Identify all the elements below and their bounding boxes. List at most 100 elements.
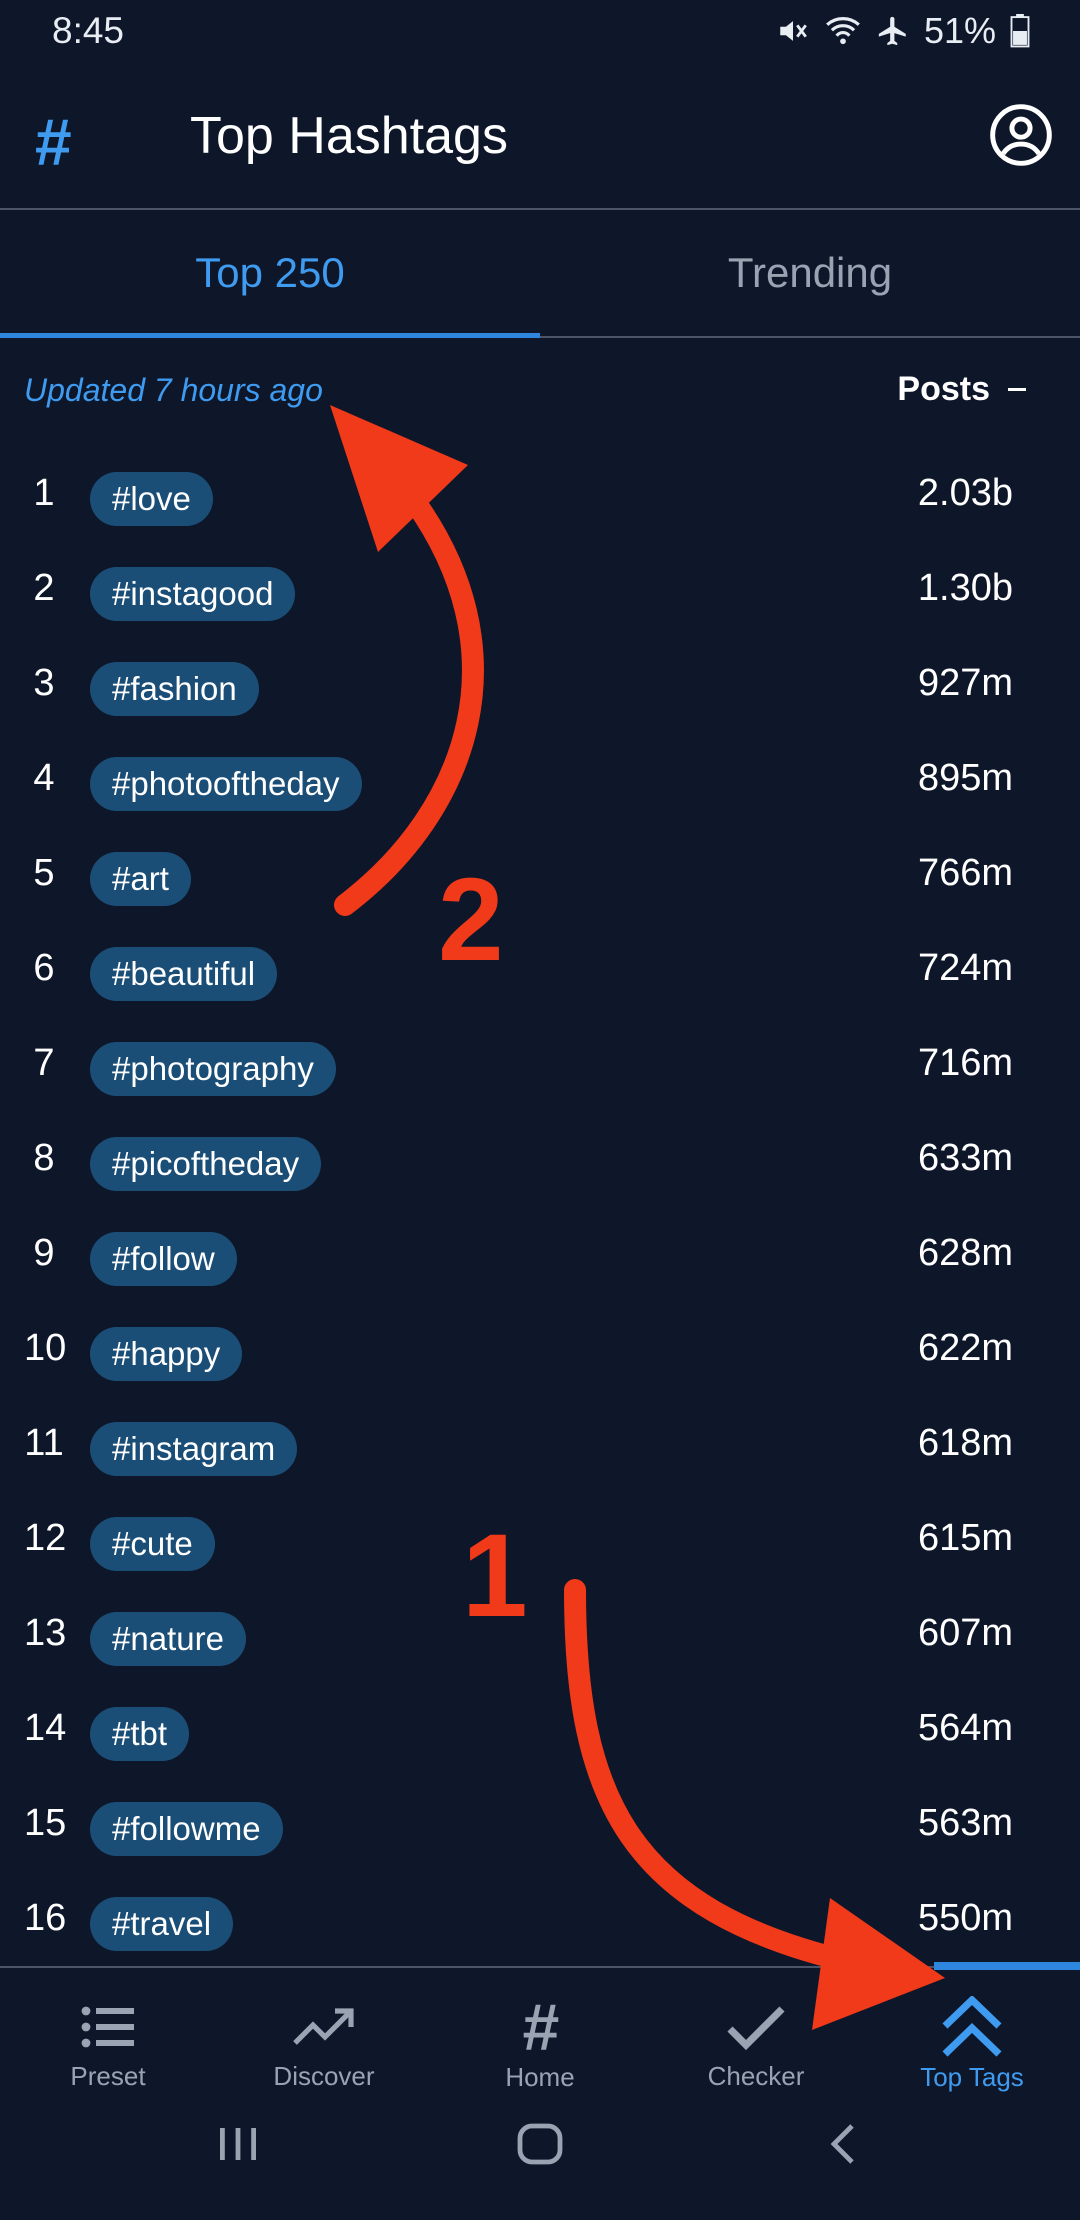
hashtag-rank: 15: [24, 1802, 67, 1844]
post-count: 618m: [917, 1422, 1013, 1464]
hashtag-chip[interactable]: #instagood: [90, 567, 296, 621]
hashtag-chip[interactable]: #art: [90, 852, 191, 906]
list-item: 11 #instagram 618m: [0, 1402, 1080, 1497]
list-item: 9 #follow 628m: [0, 1212, 1080, 1307]
double-chevron-up-icon: [939, 1996, 1005, 2058]
post-count: 622m: [917, 1327, 1013, 1369]
hashtag-rank: 7: [33, 1042, 55, 1084]
hashtag-rank: 12: [24, 1517, 67, 1559]
app-logo-hashtag-icon: #: [34, 105, 71, 179]
list-item: 5 #art 766m: [0, 832, 1080, 927]
status-bar: 8:45 51%: [0, 0, 1080, 66]
updated-timestamp: Updated 7 hours ago: [24, 372, 323, 408]
list-item: 10 #happy 622m: [0, 1307, 1080, 1402]
nav-label-preset: Preset: [70, 2061, 146, 2091]
list-item: 4 #photooftheday 895m: [0, 737, 1080, 832]
post-count: 628m: [917, 1232, 1013, 1274]
tab-trending[interactable]: Trending: [540, 210, 1080, 336]
hashtag-rank: 1: [33, 472, 55, 514]
trending-up-icon: [291, 1996, 357, 2057]
wifi-icon: [824, 14, 862, 48]
list-item: 3 #fashion 927m: [0, 642, 1080, 737]
hashtag-list: 1 #love 2.03b 2 #instagood 1.30b 3 #fashion 927m…: [0, 452, 1080, 1972]
hashtag-rank: 6: [33, 947, 55, 989]
hashtag-chip[interactable]: #followme: [90, 1802, 283, 1856]
hashtag-chip[interactable]: #beautiful: [90, 947, 278, 1001]
hashtag-rank: 14: [24, 1707, 67, 1749]
nav-item-preset[interactable]: Preset: [0, 1968, 216, 2092]
posts-sort-header[interactable]: Posts: [897, 370, 1026, 409]
hashtag-chip[interactable]: #fashion: [90, 662, 259, 716]
list-item: 1 #love 2.03b: [0, 452, 1080, 547]
nav-label-top-tags: Top Tags: [920, 2062, 1024, 2092]
back-button-icon[interactable]: [826, 2122, 858, 2171]
recent-apps-icon[interactable]: [216, 2122, 260, 2171]
hashtag-icon: #: [521, 1990, 559, 2064]
list-item: 8 #picoftheday 633m: [0, 1117, 1080, 1212]
list-item: 7 #photography 716m: [0, 1022, 1080, 1117]
nav-label-checker: Checker: [707, 2061, 805, 2091]
status-icons: 51%: [776, 10, 1030, 52]
post-count: 1.30b: [917, 567, 1013, 609]
hashtag-chip[interactable]: #photooftheday: [90, 757, 362, 811]
hashtag-rank: 9: [33, 1232, 55, 1274]
app-bar: # Top Hashtags: [0, 66, 1080, 210]
battery-level: 51%: [923, 10, 996, 51]
hashtag-chip[interactable]: #travel: [90, 1897, 234, 1951]
nav-item-checker[interactable]: Checker: [648, 1968, 864, 2092]
post-count: 724m: [917, 947, 1013, 989]
mute-icon: [776, 14, 810, 48]
list-item: 13 #nature 607m: [0, 1592, 1080, 1687]
hashtag-chip[interactable]: #happy: [90, 1327, 243, 1381]
hashtag-chip[interactable]: #picoftheday: [90, 1137, 322, 1191]
nav-item-home[interactable]: # Home: [432, 1968, 648, 2092]
post-count: 550m: [917, 1897, 1013, 1939]
checkmark-icon: [726, 1996, 786, 2057]
hashtag-chip[interactable]: #instagram: [90, 1422, 298, 1476]
hashtag-rank: 10: [24, 1327, 67, 1369]
post-count: 564m: [917, 1707, 1013, 1749]
tab-top-250[interactable]: Top 250: [0, 210, 540, 336]
battery-icon: [1010, 14, 1030, 48]
list-item: 12 #cute 615m: [0, 1497, 1080, 1592]
list-item: 6 #beautiful 724m: [0, 927, 1080, 1022]
post-count: 927m: [917, 662, 1013, 704]
post-count: 895m: [917, 757, 1013, 799]
post-count: 716m: [917, 1042, 1013, 1084]
active-tab-indicator: [0, 333, 540, 338]
hashtag-rank: 8: [33, 1137, 55, 1179]
hashtag-chip[interactable]: #cute: [90, 1517, 215, 1571]
nav-item-top-tags[interactable]: Top Tags: [864, 1968, 1080, 2092]
post-count: 633m: [917, 1137, 1013, 1179]
bottom-navigation: Preset Discover # Home Checker Top Tags: [0, 1962, 1080, 2092]
hashtag-rank: 2: [33, 567, 55, 609]
collapse-dash-icon: [1008, 388, 1026, 391]
list-item: 2 #instagood 1.30b: [0, 547, 1080, 642]
hashtag-rank: 13: [24, 1612, 67, 1654]
hashtag-chip[interactable]: #tbt: [90, 1707, 190, 1761]
list-item: 16 #travel 550m: [0, 1877, 1080, 1972]
hashtag-chip[interactable]: #photography: [90, 1042, 336, 1096]
hashtag-rank: 11: [24, 1422, 64, 1464]
hashtag-rank: 4: [33, 757, 55, 799]
post-count: 766m: [917, 852, 1013, 894]
account-circle-icon[interactable]: [988, 102, 1054, 173]
tab-bar: Top 250 Trending: [0, 210, 1080, 338]
hashtag-chip[interactable]: #follow: [90, 1232, 237, 1286]
hashtag-rank: 3: [33, 662, 55, 704]
nav-label-discover: Discover: [273, 2061, 375, 2091]
hashtag-rank: 5: [33, 852, 55, 894]
airplane-icon: [876, 14, 910, 48]
nav-label-home: Home: [505, 2062, 575, 2092]
post-count: 2.03b: [917, 472, 1013, 514]
system-navigation-bar: [0, 2092, 1080, 2220]
post-count: 563m: [917, 1802, 1013, 1844]
post-count: 607m: [917, 1612, 1013, 1654]
home-button-icon[interactable]: [516, 2122, 564, 2171]
nav-item-discover[interactable]: Discover: [216, 1968, 432, 2092]
hashtag-chip[interactable]: #love: [90, 472, 213, 526]
post-count: 615m: [917, 1517, 1013, 1559]
hashtag-chip[interactable]: #nature: [90, 1612, 246, 1666]
list-item: 15 #followme 563m: [0, 1782, 1080, 1877]
page-title: Top Hashtags: [190, 107, 508, 165]
